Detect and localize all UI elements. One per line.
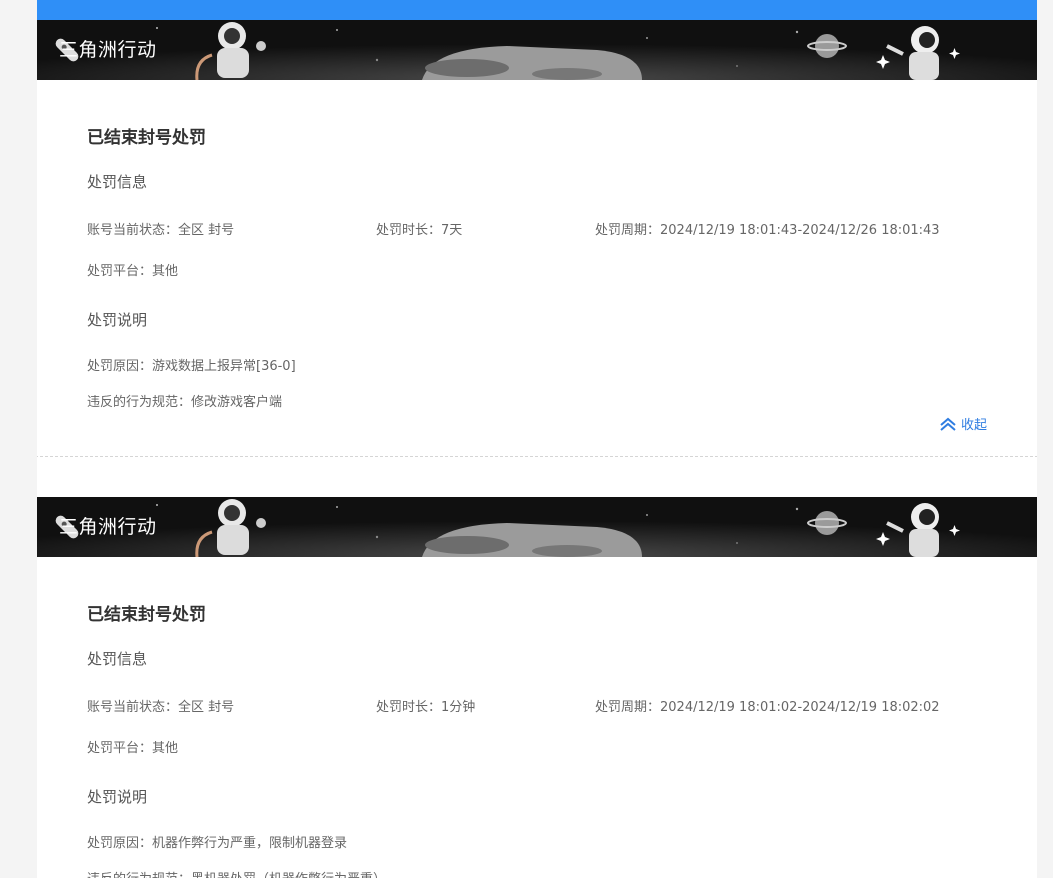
penalty-platform: 处罚平台：其他 xyxy=(87,741,179,756)
record-gap xyxy=(37,457,1037,497)
penalty-duration: 处罚时长：1分钟 xyxy=(376,700,476,715)
penalty-record-list: 三角洲行动 已结束封号处罚 处罚信息 账号当前状态：全区 封号 处罚时长：7天 … xyxy=(37,20,1037,878)
penalty-status-title: 已结束封号处罚 xyxy=(87,605,206,625)
penalty-info-section-title: 处罚信息 xyxy=(87,650,148,668)
game-banner: 三角洲行动 xyxy=(37,497,1037,557)
penalty-duration: 处罚时长：7天 xyxy=(376,223,463,238)
penalty-reason: 处罚原因：游戏数据上报异常[36-0] xyxy=(87,359,296,374)
space-banner-illustration xyxy=(37,497,1037,557)
penalty-description-section-title: 处罚说明 xyxy=(87,788,148,806)
violated-rule: 违反的行为规范：修改游戏客户端 xyxy=(87,395,283,410)
penalty-record: 三角洲行动 已结束封号处罚 处罚信息 账号当前状态：全区 封号 处罚时长：1分钟… xyxy=(37,497,1037,878)
collapse-label: 收起 xyxy=(960,418,987,433)
account-status: 账号当前状态：全区 封号 xyxy=(87,223,235,238)
game-title: 三角洲行动 xyxy=(59,39,157,61)
penalty-reason: 处罚原因：机器作弊行为严重，限制机器登录 xyxy=(87,836,348,851)
space-banner-illustration xyxy=(37,20,1037,80)
account-status: 账号当前状态：全区 封号 xyxy=(87,700,235,715)
penalty-record: 三角洲行动 已结束封号处罚 处罚信息 账号当前状态：全区 封号 处罚时长：7天 … xyxy=(37,20,1037,457)
penalty-info-section-title: 处罚信息 xyxy=(87,173,148,191)
record-divider xyxy=(37,456,1037,457)
double-chevron-up-icon xyxy=(940,417,956,431)
penalty-period: 处罚周期：2024/12/19 18:01:43-2024/12/26 18:0… xyxy=(595,223,940,238)
penalty-platform: 处罚平台：其他 xyxy=(87,264,179,279)
top-accent-bar xyxy=(37,0,1037,20)
game-title: 三角洲行动 xyxy=(59,516,157,538)
collapse-button[interactable]: 收起 xyxy=(939,414,987,433)
penalty-description-section-title: 处罚说明 xyxy=(87,311,148,329)
violated-rule: 违反的行为规范：黑机器处罚（机器作弊行为严重） xyxy=(87,868,386,878)
penalty-status-title: 已结束封号处罚 xyxy=(87,128,206,148)
game-banner: 三角洲行动 xyxy=(37,20,1037,80)
penalty-period: 处罚周期：2024/12/19 18:01:02-2024/12/19 18:0… xyxy=(595,700,940,715)
